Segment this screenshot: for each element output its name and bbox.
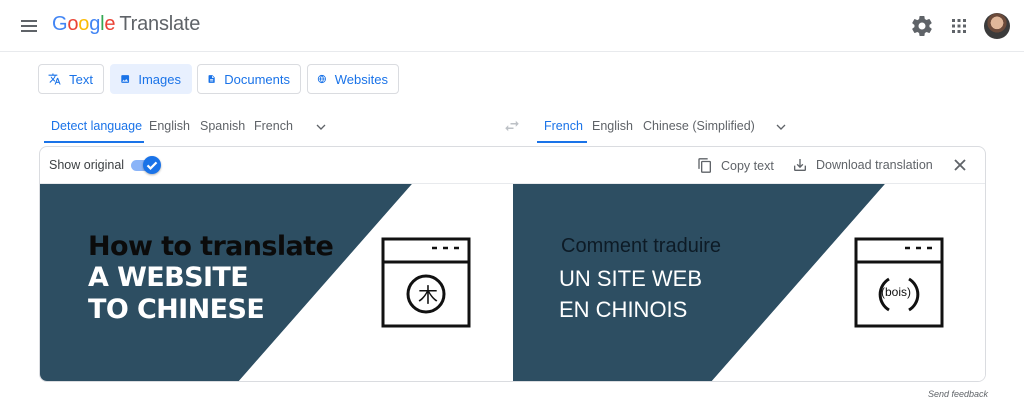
menu-icon[interactable] — [16, 14, 42, 38]
logo-letter: o — [67, 13, 79, 35]
original-line-1: How to translate — [88, 231, 334, 262]
target-active-underline — [537, 141, 587, 143]
mode-documents-button[interactable]: Documents — [197, 64, 301, 94]
download-translation-button[interactable]: Download translation — [792, 157, 933, 173]
download-icon — [794, 159, 806, 171]
translated-line-2: UN SITE WEB — [559, 266, 703, 291]
show-original-toggle[interactable] — [131, 156, 161, 174]
logo-letter: e — [104, 13, 116, 35]
mode-label: Images — [138, 71, 181, 87]
avatar[interactable] — [984, 13, 1010, 39]
chevron-down-icon[interactable] — [773, 119, 789, 135]
download-label: Download translation — [816, 158, 933, 172]
mode-label: Text — [69, 71, 93, 87]
translated-badge-text: (bois) — [881, 285, 912, 299]
target-lang-english[interactable]: English — [592, 119, 633, 133]
source-lang-english[interactable]: English — [149, 119, 190, 133]
translate-icon — [48, 73, 61, 85]
original-line-3: TO CHINESE — [88, 294, 265, 325]
toggle-knob — [143, 156, 161, 174]
source-lang-detect[interactable]: Detect language — [51, 119, 142, 133]
document-icon — [208, 75, 215, 83]
image-divider — [512, 184, 513, 381]
copy-icon — [698, 158, 711, 173]
show-original-label: Show original — [49, 158, 125, 172]
original-line-2: A WEBSITE — [88, 262, 249, 293]
app-header: Google Translate — [0, 0, 1024, 52]
source-lang-spanish[interactable]: Spanish — [200, 119, 245, 133]
logo-letter: G — [52, 13, 68, 35]
image-icon — [121, 75, 130, 83]
target-lang-french[interactable]: French — [544, 119, 583, 133]
copy-text-label: Copy text — [721, 158, 774, 173]
translated-image: (bois) Comment traduire UN SITE WEB EN C… — [513, 184, 985, 381]
mode-label: Websites — [334, 71, 388, 87]
logo-letter: g — [89, 13, 101, 35]
mode-images-button[interactable]: Images — [110, 64, 192, 94]
original-image: 木 How to translate A WEBSITE TO CHINESE — [40, 184, 512, 381]
mode-websites-button[interactable]: Websites — [307, 64, 399, 94]
chevron-down-icon[interactable] — [313, 119, 329, 135]
translation-panel: Show original Copy text Download transla… — [39, 146, 986, 382]
swap-languages-icon[interactable] — [503, 117, 521, 135]
check-icon — [146, 161, 158, 170]
logo-letter: o — [78, 13, 90, 35]
send-feedback-link[interactable]: Send feedback — [928, 389, 988, 399]
app-logo[interactable]: Google Translate — [52, 13, 200, 36]
mode-label: Documents — [224, 71, 290, 87]
target-lang-chinese[interactable]: Chinese (Simplified) — [643, 119, 755, 133]
globe-icon — [317, 74, 326, 84]
close-icon[interactable] — [950, 155, 970, 175]
original-badge-glyph: 木 — [418, 283, 438, 307]
source-active-underline — [44, 141, 144, 143]
apps-grid-icon[interactable] — [947, 14, 971, 38]
gear-icon[interactable] — [910, 14, 934, 38]
copy-text-button[interactable]: Copy text — [697, 157, 774, 174]
source-lang-french[interactable]: French — [254, 119, 293, 133]
product-name: Translate — [119, 13, 201, 35]
translated-line-1: Comment traduire — [561, 235, 722, 257]
panel-toolbar: Show original Copy text Download transla… — [40, 147, 985, 184]
mode-text-button[interactable]: Text — [38, 64, 104, 94]
translated-line-3: EN CHINOIS — [559, 297, 688, 322]
